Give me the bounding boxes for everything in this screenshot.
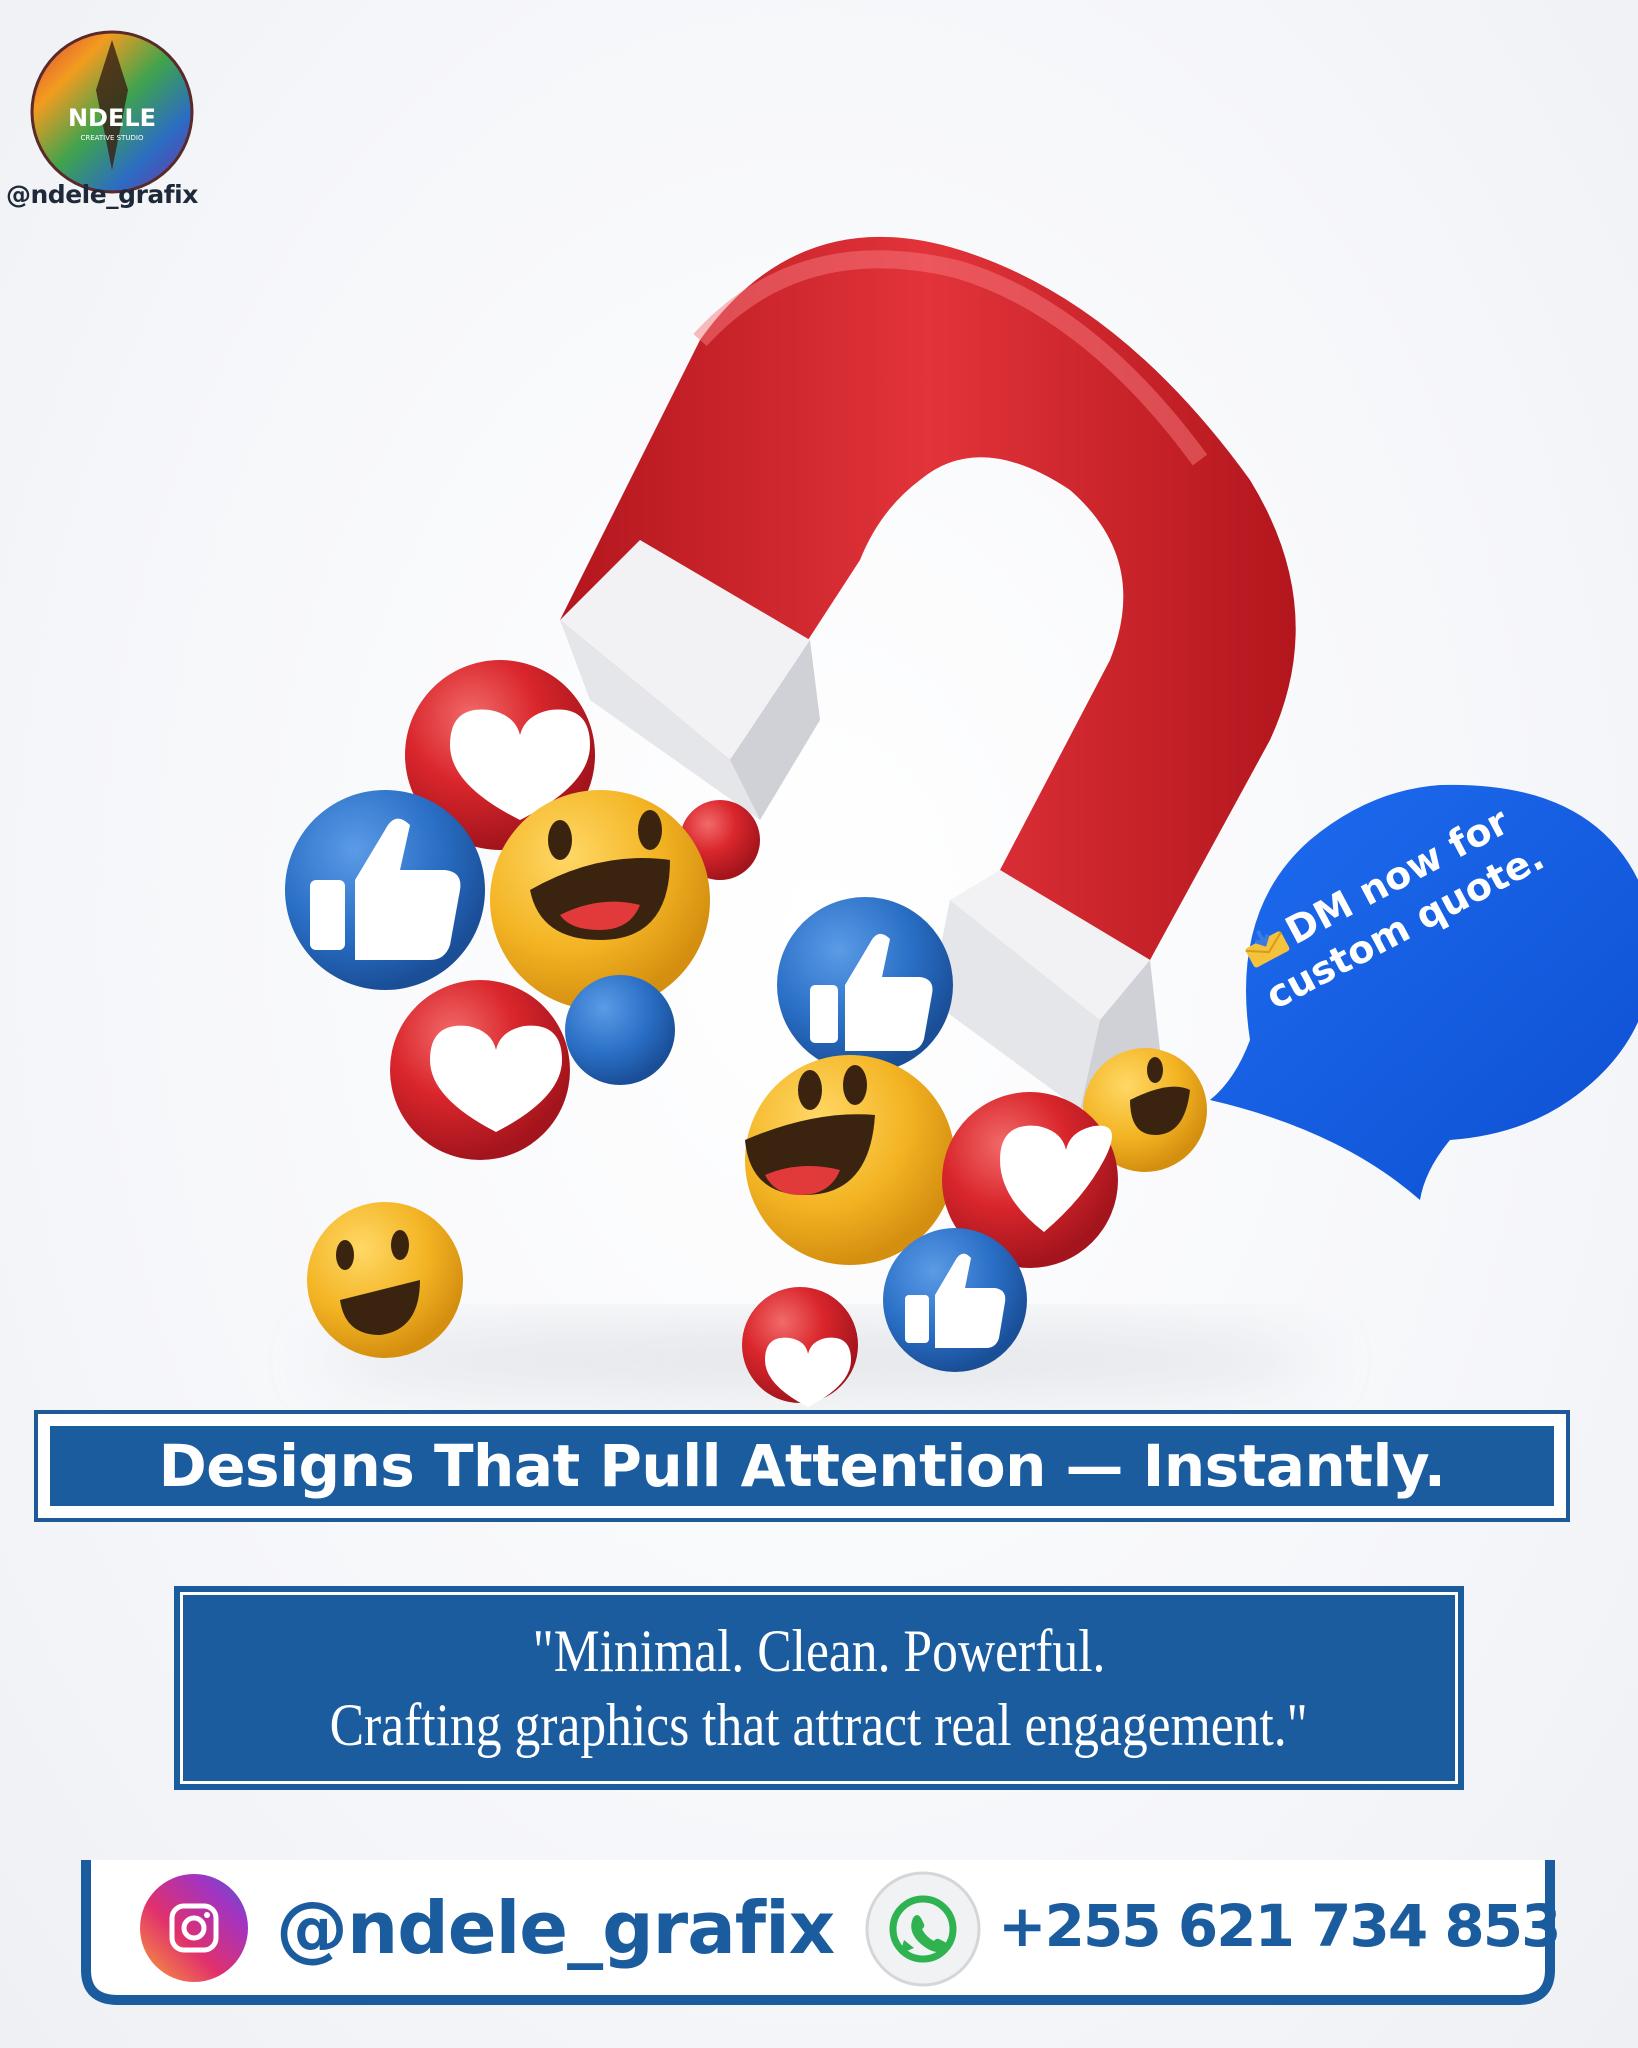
laughing-emoji-ball — [745, 1055, 955, 1265]
quote-line-2: Crafting graphics that attract real enga… — [329, 1692, 1309, 1758]
like-ball — [777, 897, 953, 1073]
smiley-emoji-ball — [307, 1202, 463, 1358]
headline-banner: Designs That Pull Attention — Instantly. — [34, 1410, 1570, 1522]
like-ball — [883, 1228, 1027, 1372]
magnet-illustration — [285, 236, 1320, 1407]
quote-line-1: "Minimal. Clean. Powerful. — [532, 1618, 1106, 1684]
instagram-handle[interactable]: @ndele_grafix — [276, 1886, 835, 1970]
laughing-emoji-ball — [490, 790, 710, 1010]
contact-bar: @ndele_grafix +255 621 734 853 — [78, 1850, 1561, 2010]
like-ball — [285, 790, 485, 990]
phone-number[interactable]: +255 621 734 853 — [998, 1892, 1561, 1960]
instagram-icon[interactable] — [138, 1872, 250, 1984]
heart-ball — [390, 980, 570, 1160]
quote-box: "Minimal. Clean. Powerful. Crafting grap… — [174, 1586, 1464, 1790]
whatsapp-icon[interactable] — [864, 1870, 982, 1988]
headline-text: Designs That Pull Attention — Instantly. — [158, 1432, 1446, 1500]
like-ball-partial — [565, 975, 675, 1085]
